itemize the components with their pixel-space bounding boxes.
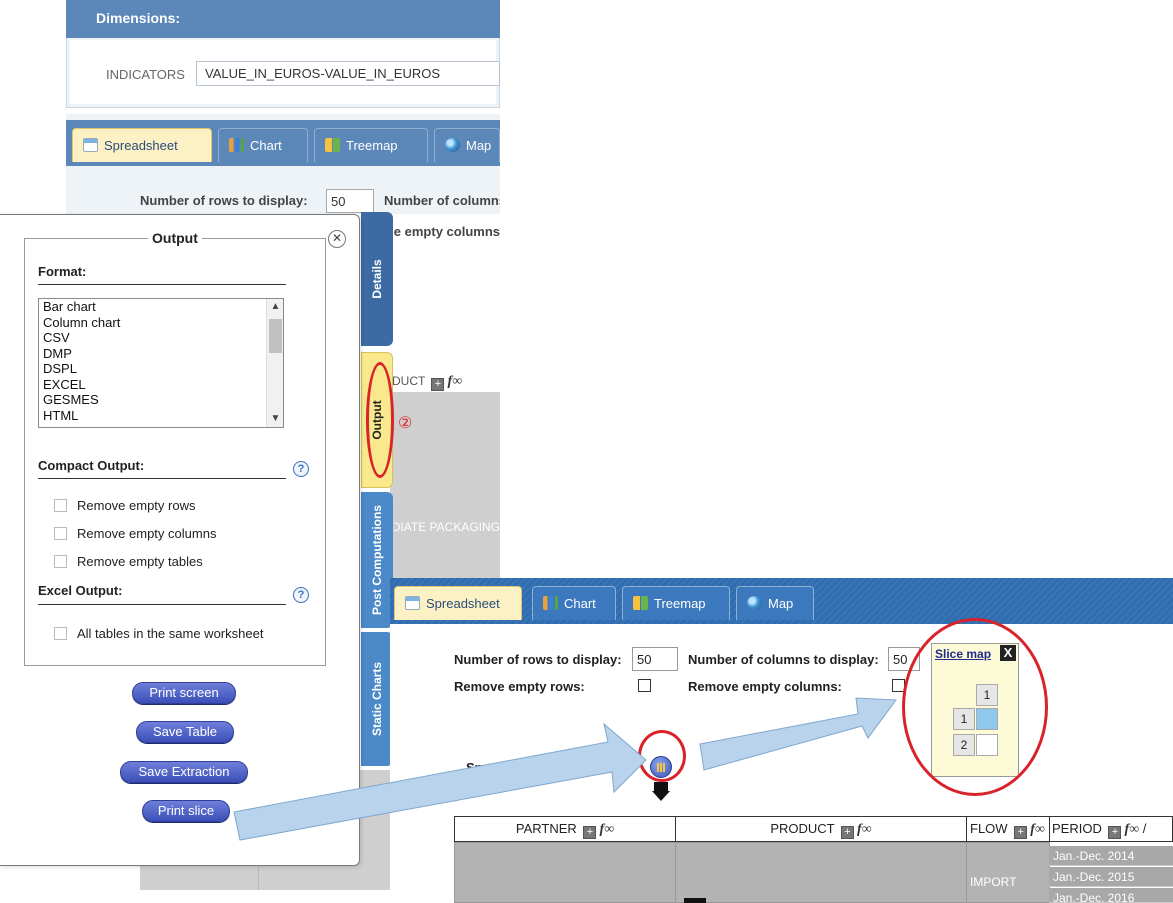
annotation-arrows bbox=[233, 697, 897, 841]
arrow-to-slice-map bbox=[699, 697, 897, 771]
arrow-to-slice-button bbox=[233, 722, 647, 841]
